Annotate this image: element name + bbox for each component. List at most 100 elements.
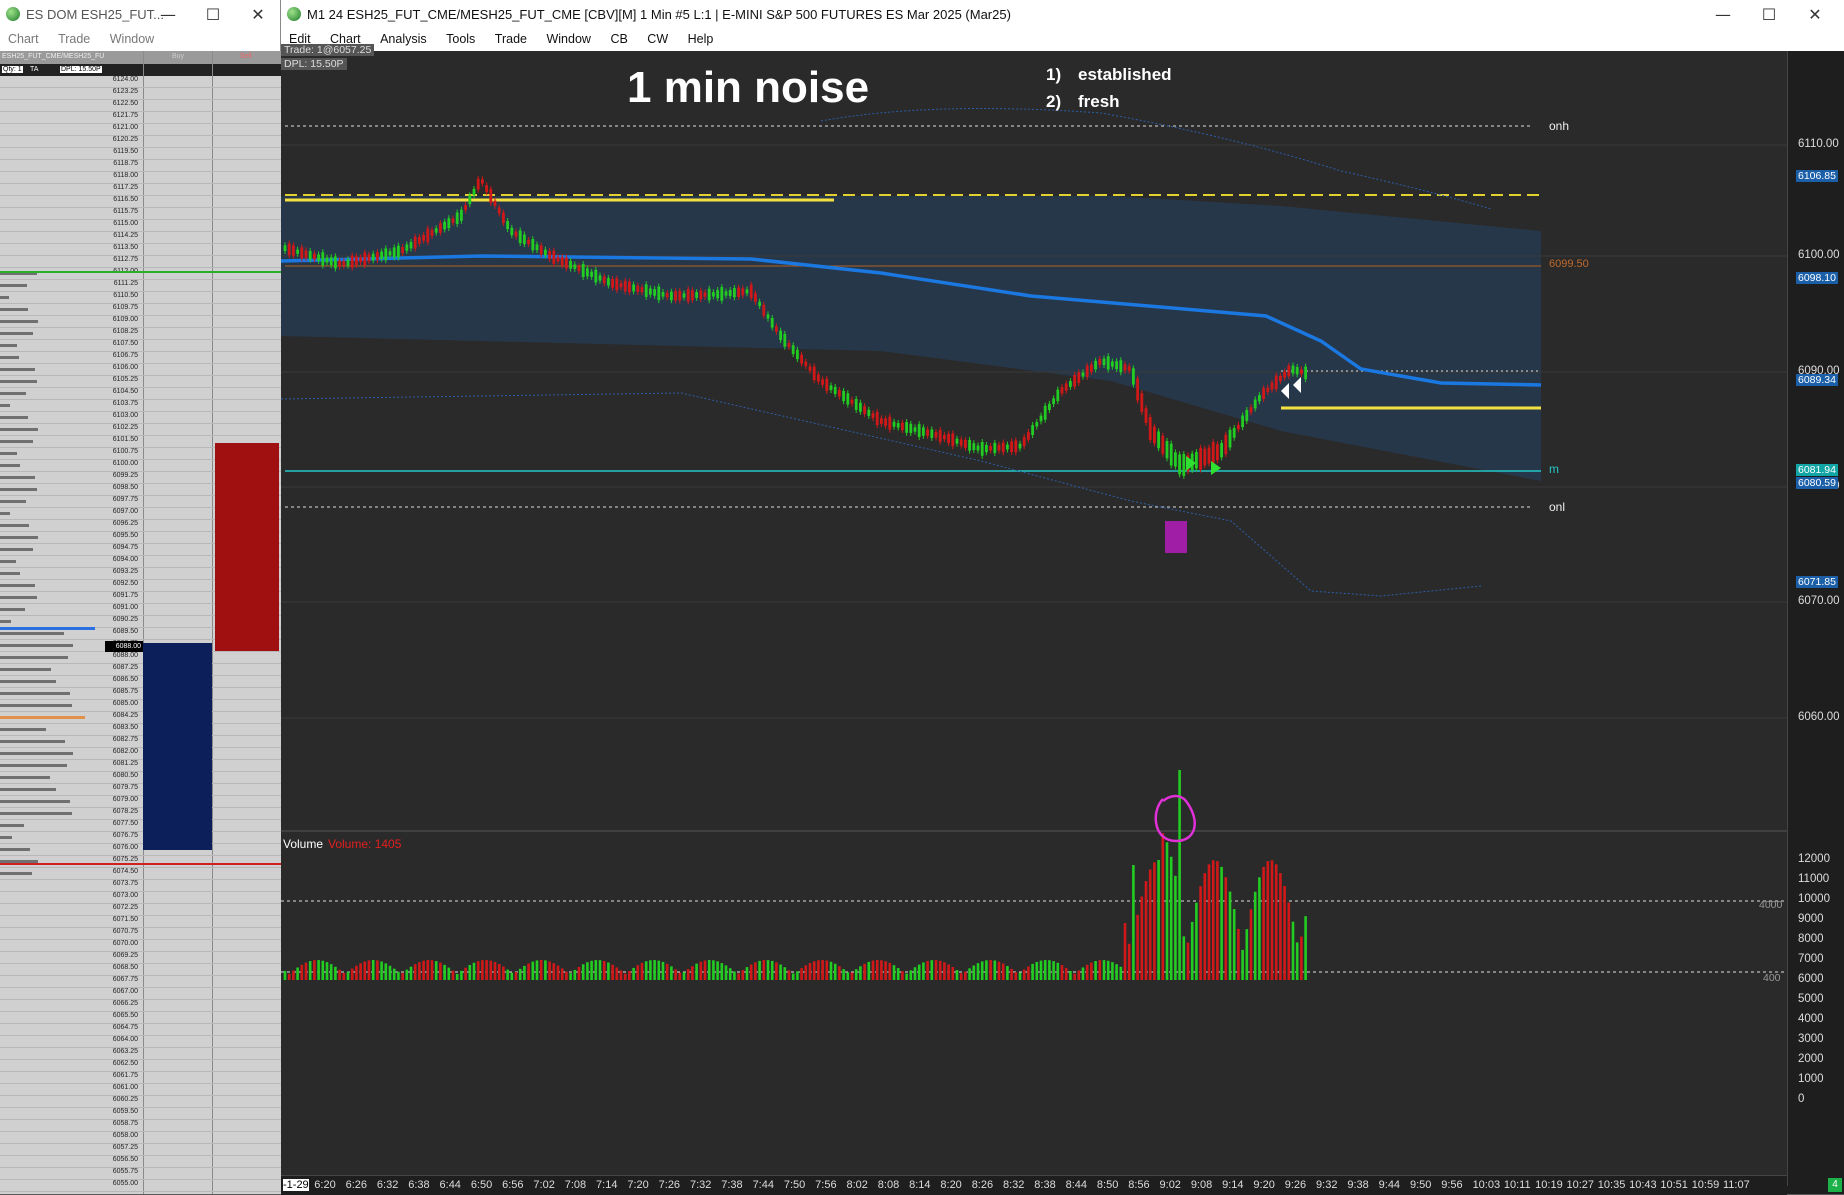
- ask-size-block[interactable]: [215, 443, 279, 651]
- menu-tools[interactable]: Tools: [438, 29, 483, 49]
- menu-help[interactable]: Help: [680, 29, 722, 49]
- volume-profile-bar: [0, 464, 20, 467]
- dom-ladder[interactable]: ESH25_FUT_CME/MESH25_FU Buy Sell Qty: 1 …: [0, 51, 281, 1194]
- dom-price-row[interactable]: 6115.75: [0, 208, 281, 220]
- dom-price-row[interactable]: 6061.00: [0, 1084, 281, 1096]
- minimize-icon[interactable]: —: [1700, 0, 1746, 29]
- dom-price-row[interactable]: 6120.25: [0, 136, 281, 148]
- dom-price-row[interactable]: 6076.00: [0, 844, 281, 856]
- candle-body: [766, 314, 770, 319]
- bid-size-block[interactable]: [143, 643, 212, 850]
- dom-price-row[interactable]: 6069.25: [0, 952, 281, 964]
- dom-price-row[interactable]: 6113.50: [0, 244, 281, 256]
- dom-price-row[interactable]: 6074.50: [0, 868, 281, 880]
- volume-profile-bar: [0, 752, 73, 755]
- dom-price-row[interactable]: 6070.00: [0, 940, 281, 952]
- close-icon[interactable]: ✕: [235, 0, 281, 29]
- time-axis-label: 9:32: [1316, 1179, 1338, 1191]
- dom-price-row[interactable]: 6119.50: [0, 148, 281, 160]
- dom-price-row[interactable]: 6121.00: [0, 124, 281, 136]
- dom-price-row[interactable]: 6103.00: [0, 412, 281, 424]
- dom-price-row[interactable]: 6115.00: [0, 220, 281, 232]
- menu-cb[interactable]: CB: [602, 29, 635, 49]
- dom-price-row[interactable]: 6109.00: [0, 316, 281, 328]
- dom-price-value: 6103.75: [112, 400, 138, 407]
- dom-price-row[interactable]: 6076.75: [0, 832, 281, 844]
- dom-price-row[interactable]: 6062.50: [0, 1060, 281, 1072]
- dom-price-row[interactable]: 6067.75: [0, 976, 281, 988]
- dom-price-row[interactable]: 6114.25: [0, 232, 281, 244]
- dom-price-row[interactable]: 6056.50: [0, 1156, 281, 1168]
- dom-price-row[interactable]: 6072.25: [0, 904, 281, 916]
- dom-price-row[interactable]: 6058.00: [0, 1132, 281, 1144]
- dom-price-row[interactable]: 6058.75: [0, 1120, 281, 1132]
- dom-price-row[interactable]: 6102.25: [0, 424, 281, 436]
- volume-bar: [292, 970, 295, 980]
- menu-window[interactable]: Window: [102, 29, 162, 49]
- dom-price-row[interactable]: 6106.75: [0, 352, 281, 364]
- dom-price-row[interactable]: 6067.00: [0, 988, 281, 1000]
- dom-price-row[interactable]: 6107.50: [0, 340, 281, 352]
- dom-price-row[interactable]: 6064.75: [0, 1024, 281, 1036]
- dpl-field[interactable]: DPL: 15.50P: [60, 66, 102, 73]
- volume-bar: [884, 961, 887, 980]
- dom-price-row[interactable]: 6117.25: [0, 184, 281, 196]
- time-axis[interactable]: -1-29 6:20 6:26 6:32 6:38 6:44 6:50 6:56 7:02 7:0…: [281, 1175, 1787, 1195]
- dom-price-row[interactable]: 6123.25: [0, 88, 281, 100]
- dom-price-row[interactable]: 6071.50: [0, 916, 281, 928]
- qty-field[interactable]: Qty: 1: [2, 66, 23, 73]
- dom-price-row[interactable]: 6077.50: [0, 820, 281, 832]
- dom-price-row[interactable]: 6103.75: [0, 400, 281, 412]
- dom-price-row[interactable]: 6059.50: [0, 1108, 281, 1120]
- menu-window[interactable]: Window: [538, 29, 598, 49]
- dom-price-row[interactable]: 6109.75: [0, 304, 281, 316]
- dom-price-value: 6098.50: [112, 484, 138, 491]
- menu-trade[interactable]: Trade: [487, 29, 535, 49]
- dom-price-row[interactable]: 6064.00: [0, 1036, 281, 1048]
- dom-price-row[interactable]: 6116.50: [0, 196, 281, 208]
- candle-body: [1148, 417, 1152, 440]
- dom-price-row[interactable]: 6121.75: [0, 112, 281, 124]
- dom-price-row[interactable]: 6110.50: [0, 292, 281, 304]
- maximize-icon[interactable]: ☐: [1746, 0, 1792, 29]
- candle-body: [686, 289, 690, 302]
- dom-price-value: 6102.25: [112, 424, 138, 431]
- dom-price-row[interactable]: 6055.75: [0, 1168, 281, 1180]
- candle-body: [548, 251, 551, 260]
- price-axis[interactable]: 6110.00 6100.00 6090.00 6080.00 6070.00 …: [1787, 51, 1844, 1186]
- dom-price-row[interactable]: 6108.25: [0, 328, 281, 340]
- dom-price-row[interactable]: 6073.75: [0, 880, 281, 892]
- dom-price-row[interactable]: 6104.50: [0, 388, 281, 400]
- minimize-icon[interactable]: —: [145, 0, 191, 29]
- chart-plot-area[interactable]: Trade: 1@6057.25 DPL: 15.50P 1 min noise…: [281, 44, 1787, 1186]
- dom-price-row[interactable]: 6118.00: [0, 172, 281, 184]
- dom-price-row[interactable]: 6106.00: [0, 364, 281, 376]
- maximize-icon[interactable]: ☐: [190, 0, 236, 29]
- dom-price-row[interactable]: 6124.00: [0, 76, 281, 88]
- dom-price-row[interactable]: 6073.00: [0, 892, 281, 904]
- dom-price-row[interactable]: 6063.25: [0, 1048, 281, 1060]
- dom-price-row[interactable]: 6112.75: [0, 256, 281, 268]
- dom-price-row[interactable]: 6057.25: [0, 1144, 281, 1156]
- dom-price-row[interactable]: 6065.50: [0, 1012, 281, 1024]
- volume-bar: [1127, 943, 1131, 980]
- close-icon[interactable]: ✕: [1792, 0, 1838, 29]
- volume-bar: [317, 960, 320, 980]
- dom-price-row[interactable]: 6075.25: [0, 856, 281, 868]
- dom-price-row[interactable]: 6055.00: [0, 1180, 281, 1192]
- candle-body: [665, 292, 669, 298]
- dom-price-row[interactable]: 6112.00: [0, 268, 281, 280]
- dom-price-row[interactable]: 6060.25: [0, 1096, 281, 1108]
- dom-price-row[interactable]: 6105.25: [0, 376, 281, 388]
- dom-price-row[interactable]: 6122.50: [0, 100, 281, 112]
- dom-price-row[interactable]: 6111.25: [0, 280, 281, 292]
- dom-price-row[interactable]: 6068.50: [0, 964, 281, 976]
- menu-analysis[interactable]: Analysis: [372, 29, 435, 49]
- dom-price-row[interactable]: 6070.75: [0, 928, 281, 940]
- dom-price-row[interactable]: 6118.75: [0, 160, 281, 172]
- menu-cw[interactable]: CW: [639, 29, 676, 49]
- dom-price-row[interactable]: 6061.75: [0, 1072, 281, 1084]
- menu-chart[interactable]: Chart: [0, 29, 47, 49]
- dom-price-row[interactable]: 6066.25: [0, 1000, 281, 1012]
- menu-trade[interactable]: Trade: [50, 29, 98, 49]
